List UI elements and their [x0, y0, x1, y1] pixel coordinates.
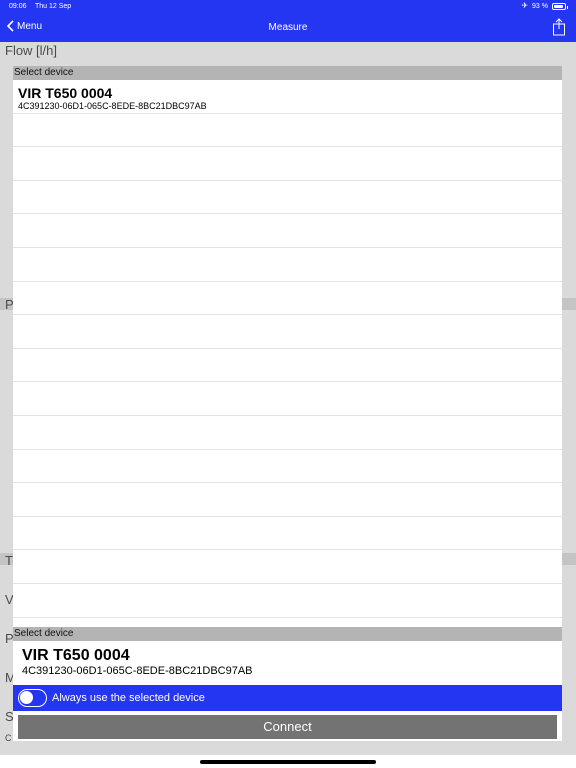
empty-row	[13, 584, 562, 618]
battery-icon	[552, 2, 568, 10]
status-date: Thu 12 Sep	[35, 3, 72, 10]
always-use-label: Always use the selected device	[52, 692, 205, 704]
top-bar: 09:06 Thu 12 Sep ✈ 93 % Menu Measure	[0, 0, 576, 42]
device-name: VIR T650 0004	[18, 85, 113, 101]
empty-row	[13, 416, 562, 450]
empty-row	[13, 517, 562, 551]
battery-percent: 93 %	[532, 2, 548, 10]
empty-row	[13, 450, 562, 484]
selected-device-header: Select device	[13, 627, 562, 641]
device-list[interactable]: VIR T650 0004 4C391230-06D1-065C-8EDE-8B…	[13, 80, 562, 626]
switch-knob	[20, 691, 33, 704]
status-bar: 09:06 Thu 12 Sep ✈ 93 %	[0, 0, 576, 14]
empty-row	[13, 483, 562, 517]
selected-device: VIR T650 0004 4C391230-06D1-065C-8EDE-8B…	[13, 641, 562, 685]
device-row[interactable]: VIR T650 0004 4C391230-06D1-065C-8EDE-8B…	[13, 80, 562, 114]
selected-device-name: VIR T650 0004	[22, 647, 130, 664]
share-icon[interactable]	[552, 18, 566, 36]
empty-row	[13, 114, 562, 148]
status-right: ✈ 93 %	[521, 1, 568, 10]
empty-row	[13, 147, 562, 181]
connect-button[interactable]: Connect	[18, 715, 557, 739]
empty-row	[13, 618, 562, 627]
always-use-toggle-row: Always use the selected device	[13, 685, 562, 711]
device-uuid: 4C391230-06D1-065C-8EDE-8BC21DBC97AB	[18, 101, 207, 111]
empty-row	[13, 214, 562, 248]
empty-row	[13, 550, 562, 584]
empty-row	[13, 315, 562, 349]
home-indicator	[200, 760, 376, 764]
empty-row	[13, 282, 562, 316]
device-list-header: Select device	[13, 66, 562, 80]
battery-fill	[554, 4, 564, 8]
page-title: Measure	[268, 22, 308, 33]
empty-row	[13, 181, 562, 215]
airplane-icon: ✈	[521, 1, 529, 10]
empty-row	[13, 349, 562, 383]
status-time: 09:06	[9, 3, 27, 10]
empty-row	[13, 248, 562, 282]
empty-row	[13, 382, 562, 416]
select-device-dialog: Select device VIR T650 0004 4C391230-06D…	[13, 66, 562, 741]
always-use-switch[interactable]	[18, 689, 47, 707]
selected-device-uuid: 4C391230-06D1-065C-8EDE-8BC21DBC97AB	[22, 665, 253, 677]
